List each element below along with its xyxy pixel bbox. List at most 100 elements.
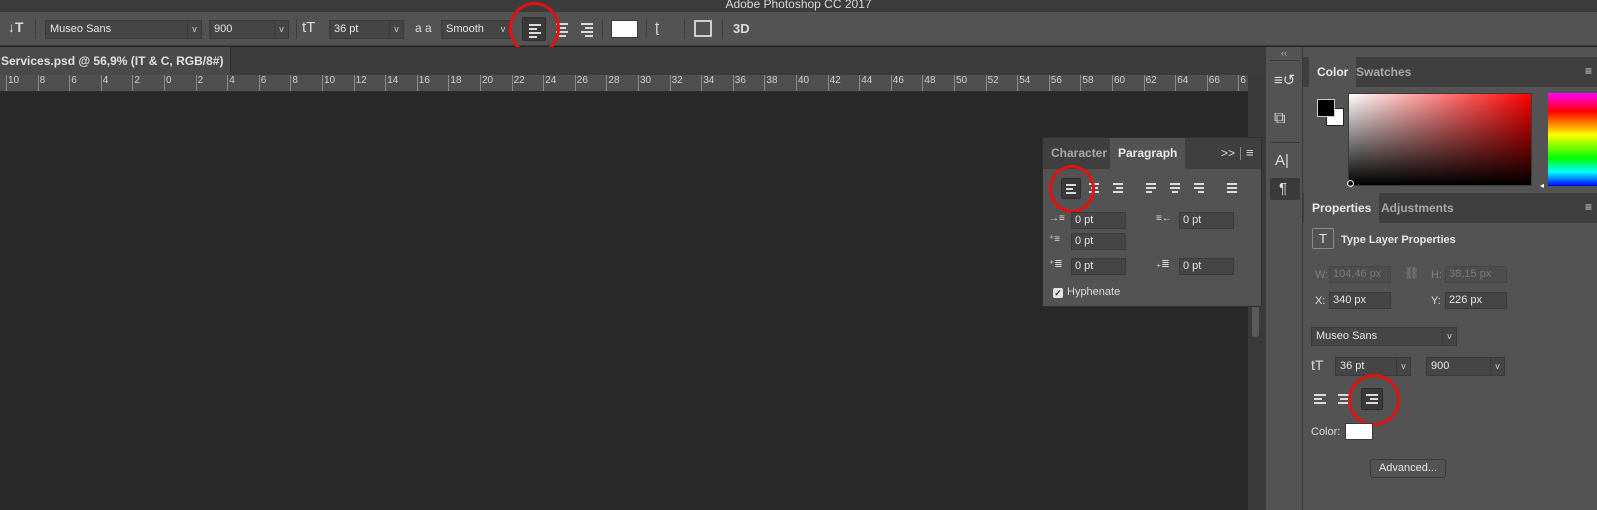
- divider: [722, 19, 723, 39]
- tab-character[interactable]: Character: [1043, 138, 1115, 169]
- x-field[interactable]: 340 px: [1329, 292, 1391, 309]
- align-right-icon: [1113, 183, 1123, 195]
- align-center-icon: [1338, 394, 1350, 406]
- indent-left-field[interactable]: 0 pt: [1071, 212, 1126, 229]
- color-picker-handle[interactable]: [1347, 180, 1354, 187]
- tab-paragraph[interactable]: Paragraph: [1110, 138, 1186, 169]
- link-icon[interactable]: ⛓: [1404, 266, 1419, 280]
- justify-last-center-button[interactable]: [1166, 178, 1186, 199]
- options-bar: ↓T Museo Sans v 900 v tT 36 pt v a a Smo…: [0, 2, 1597, 55]
- ruler-tick-label: 60: [1111, 75, 1126, 91]
- ruler-tick-label: 26: [574, 75, 588, 91]
- ruler-tick-label: 62: [1143, 75, 1157, 91]
- ruler-tick-label: 38: [764, 75, 778, 91]
- chevron-down-icon: v: [389, 21, 403, 38]
- properties-panel-tabs: Properties Adjustments ≡: [1303, 193, 1597, 223]
- prop-font-family-select[interactable]: Museo Sans v: [1311, 327, 1457, 346]
- collapse-panels-icon[interactable]: ‹‹: [1266, 48, 1302, 58]
- ruler-tick-label: 6: [258, 75, 267, 91]
- y-label: Y:: [1431, 295, 1441, 307]
- toggle-panels-icon[interactable]: [694, 20, 712, 37]
- justify-last-left-button[interactable]: [1142, 178, 1162, 199]
- font-family-select[interactable]: Museo Sans v: [45, 20, 202, 39]
- y-field[interactable]: 226 px: [1445, 292, 1507, 309]
- ruler-tick-label: 66: [1206, 75, 1220, 91]
- document-tab[interactable]: Services.psd @ 56,9% (IT & C, RGB/8#) *: [0, 47, 231, 96]
- panel-menu-icon[interactable]: ≡: [1585, 200, 1592, 214]
- antialias-select[interactable]: Smooth v: [441, 20, 511, 39]
- ruler-tick-label: 28: [606, 75, 620, 91]
- advanced-button[interactable]: Advanced...: [1370, 459, 1446, 478]
- prop-font-size-value: 36 pt: [1340, 360, 1365, 372]
- app-title: Adobe Photoshop CC 2017: [725, 0, 872, 11]
- align-left-icon: [1314, 394, 1326, 406]
- font-style-value: 900: [214, 23, 233, 35]
- indent-first-line-field[interactable]: 0 pt: [1071, 233, 1126, 250]
- paragraph-panel-button[interactable]: ¶: [1270, 178, 1300, 200]
- text-color-swatch[interactable]: [611, 20, 638, 38]
- justify-left-icon: [1146, 183, 1156, 195]
- justify-last-right-button[interactable]: [1190, 178, 1210, 199]
- tab-adjustments[interactable]: Adjustments: [1373, 193, 1462, 223]
- font-size-select[interactable]: 36 pt v: [329, 20, 404, 39]
- align-center-button[interactable]: [550, 17, 574, 41]
- font-size-value: 36 pt: [334, 23, 359, 35]
- hue-slider[interactable]: [1548, 93, 1597, 186]
- scrollbar-thumb[interactable]: [1252, 305, 1259, 337]
- align-left-icon: [529, 24, 541, 40]
- history-icon[interactable]: ≡↺: [1274, 71, 1295, 89]
- font-size-icon: tT: [302, 19, 316, 36]
- color-picker-field[interactable]: [1347, 93, 1532, 187]
- panel-menu-icon[interactable]: ≡: [1246, 145, 1254, 160]
- justify-all-button[interactable]: [1223, 178, 1243, 199]
- type-orientation-icon[interactable]: ↓T: [8, 19, 24, 35]
- align-left-icon: [1066, 184, 1076, 196]
- space-after-field[interactable]: 0 pt: [1179, 258, 1234, 275]
- para-align-center-button[interactable]: [1085, 178, 1105, 199]
- align-right-button[interactable]: [575, 17, 599, 41]
- prop-align-right-button[interactable]: [1361, 388, 1383, 410]
- space-before-field[interactable]: 0 pt: [1071, 258, 1126, 275]
- tab-swatches[interactable]: Swatches: [1348, 57, 1419, 87]
- warp-text-icon[interactable]: ʈ: [655, 19, 659, 36]
- h-field[interactable]: 38,15 px: [1445, 266, 1507, 283]
- 3d-button[interactable]: 3D: [733, 21, 750, 36]
- collapse-icon[interactable]: >>: [1221, 146, 1235, 160]
- prop-font-style-value: 900: [1431, 360, 1450, 372]
- prop-align-center-button[interactable]: [1335, 390, 1355, 410]
- paragraph-panel: Character Paragraph >> ≡ →≡ 0 pt ≡← 0 pt…: [1042, 137, 1262, 307]
- prop-align-left-button[interactable]: [1311, 390, 1331, 410]
- hyphenate-checkbox[interactable]: ✓: [1053, 288, 1063, 298]
- ruler-tick-label: 2: [132, 75, 140, 91]
- layer-comps-icon[interactable]: ⧉: [1274, 110, 1285, 128]
- ruler-tick-label: 18: [448, 75, 462, 91]
- font-style-select[interactable]: 900 v: [209, 20, 289, 39]
- foreground-color-chip[interactable]: [1317, 99, 1335, 117]
- indent-right-field[interactable]: 0 pt: [1179, 212, 1234, 229]
- divider: [602, 19, 603, 39]
- character-icon[interactable]: A|: [1275, 152, 1289, 169]
- ruler-tick-label: 40: [795, 75, 810, 91]
- align-left-button[interactable]: [522, 17, 546, 41]
- paragraph-icon: ¶: [1279, 180, 1288, 197]
- prop-font-style-select[interactable]: 900 v: [1426, 357, 1505, 376]
- ruler-tick-label: 8: [290, 75, 298, 91]
- divider: [296, 19, 297, 39]
- ruler-tick-label: 36: [732, 75, 746, 91]
- ruler-tick-label: 54: [1017, 75, 1031, 91]
- fg-bg-color-chips[interactable]: [1317, 99, 1347, 129]
- hyphenate-label: Hyphenate: [1067, 286, 1121, 298]
- ruler-tick-label: 12: [353, 75, 367, 91]
- panel-icon-strip: ‹‹ ≡↺ ⧉ A| ¶: [1265, 47, 1303, 510]
- chevron-down-icon: v: [1396, 358, 1410, 375]
- para-align-left-button[interactable]: [1061, 178, 1081, 199]
- panel-menu-icon[interactable]: ≡: [1585, 64, 1592, 78]
- tab-properties[interactable]: Properties: [1304, 193, 1380, 223]
- ruler-tick-label: 34: [701, 75, 715, 91]
- divider: [1240, 147, 1241, 160]
- para-align-right-button[interactable]: [1109, 178, 1129, 199]
- w-field[interactable]: 104,46 px: [1329, 266, 1391, 283]
- prop-color-swatch[interactable]: [1345, 423, 1373, 440]
- divider: [1270, 60, 1300, 61]
- prop-font-size-select[interactable]: 36 pt v: [1335, 357, 1411, 376]
